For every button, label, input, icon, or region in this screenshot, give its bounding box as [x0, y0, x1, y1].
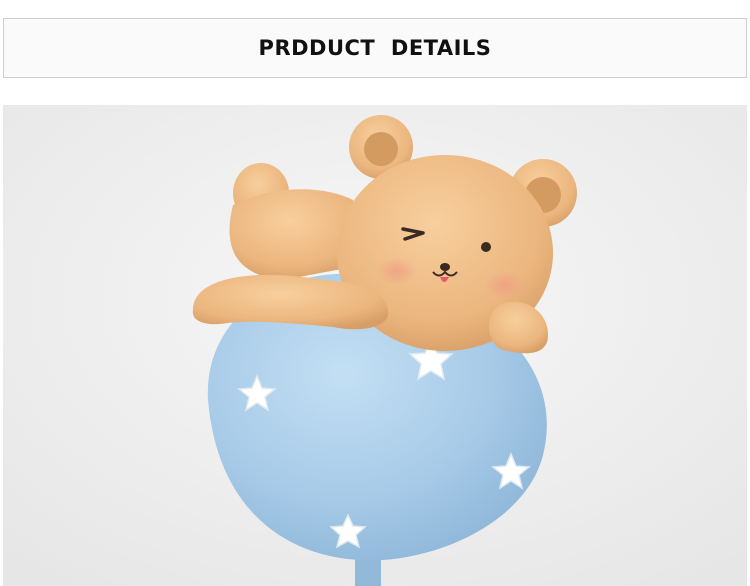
section-title: PRDDUCT DETAILS: [258, 36, 492, 60]
section-header: PRDDUCT DETAILS: [3, 18, 747, 78]
product-photo: [3, 105, 747, 586]
